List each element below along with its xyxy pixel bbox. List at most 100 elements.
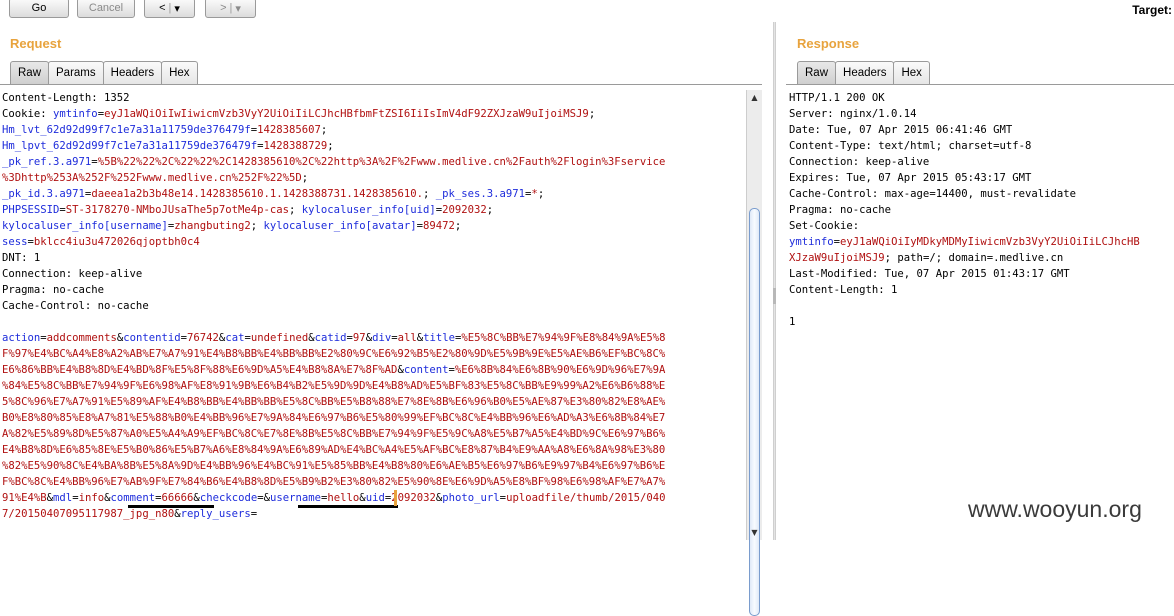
param-name: catid <box>314 332 347 344</box>
param-value: eyJ1aWQiOiIwIiwicmVzb3VyY2UiOiIiLCJhcHBf… <box>104 108 589 120</box>
response-editor[interactable]: HTTP/1.1 200 OK Server: nginx/1.0.14 Date:… <box>789 90 1174 330</box>
request-tab-hex[interactable]: Hex <box>161 61 198 84</box>
response-tab-hex[interactable]: Hex <box>893 61 930 84</box>
target-label: Target: <box>1132 3 1172 17</box>
request-tab-headers[interactable]: Headers <box>102 61 163 84</box>
forward-button[interactable]: > | ▾ <box>205 0 256 18</box>
param-value: 91%E4%B <box>2 492 47 504</box>
param-name: comment <box>110 492 156 504</box>
param-name: ymtinfo <box>53 108 98 120</box>
divider-grip[interactable] <box>773 288 776 304</box>
editor-line: %3Dhttp%253A%252F%252Fwww.medlive.cn%252… <box>2 170 744 186</box>
editor-line: Connection: keep-alive <box>789 154 1174 170</box>
param-name: reply_users <box>180 508 251 520</box>
param-value: 97 <box>352 332 366 344</box>
plain-text: ; <box>422 188 436 200</box>
param-value: %E6%8B%84%E6%8B%90%E6%9D%96%E7%9A <box>454 364 666 376</box>
editor-line: Cache-Control: max-age=14400, must-reval… <box>789 186 1174 202</box>
back-button[interactable]: < | ▾ <box>144 0 195 18</box>
plain-text: DNT: 1 <box>2 252 41 264</box>
editor-line: Last-Modified: Tue, 07 Apr 2015 01:43:17… <box>789 266 1174 282</box>
editor-line: Cookie: ymtinfo=eyJ1aWQiOiIwIiwicmVzb3Vy… <box>2 106 744 122</box>
param-name: Hm_lpvt_62d92d99f7c1e7a31a11759de376479f <box>2 140 258 152</box>
plain-text: Set-Cookie: <box>789 220 860 232</box>
editor-line: Hm_lvt_62d92d99f7c1e7a31a11759de376479f=… <box>2 122 744 138</box>
param-name: action <box>2 332 41 344</box>
plain-text: Content-Length: 1352 <box>2 92 130 104</box>
chevron-down-icon: ▾ <box>174 2 180 15</box>
param-value: 1428388729 <box>263 140 328 152</box>
param-value: uploadfile/thumb/2015/040 <box>506 492 666 504</box>
response-tab-headers[interactable]: Headers <box>835 61 895 84</box>
param-value: E4%B8%8D%E6%85%8E%E5%B0%86%E5%B7%A6%E8%8… <box>2 444 666 456</box>
username-underline <box>298 505 398 508</box>
scrollbar-thumb[interactable] <box>749 208 760 616</box>
editor-line: Server: nginx/1.0.14 <box>789 106 1174 122</box>
request-editor[interactable]: Content-Length: 1352 Cookie: ymtinfo=eyJ1… <box>2 90 744 522</box>
editor-line: Connection: keep-alive <box>2 266 744 282</box>
plain-text: Expires: Tue, 07 Apr 2015 05:43:17 GMT <box>789 172 1032 184</box>
param-value: addcomments <box>46 332 117 344</box>
back-arrow-icon: < <box>159 2 166 14</box>
scroll-up-icon[interactable]: ▲ <box>747 90 762 105</box>
text-cursor <box>394 490 397 506</box>
param-value: F%BC%8C%E4%BB%96%E7%AB%9F%E7%84%B6%E4%B8… <box>2 476 666 488</box>
plain-text: Pragma: no-cache <box>789 204 892 216</box>
cancel-button[interactable]: Cancel <box>77 0 135 18</box>
param-name: div <box>372 332 392 344</box>
editor-line: Date: Tue, 07 Apr 2015 06:41:46 GMT <box>789 122 1174 138</box>
editor-line: sess=bklcc4iu3u472026qjoptbh0c4 <box>2 234 744 250</box>
editor-line: Cache-Control: no-cache <box>2 298 744 314</box>
go-button-label: Go <box>31 2 47 14</box>
request-tab-raw[interactable]: Raw <box>10 61 50 84</box>
response-title: Response <box>797 36 860 51</box>
scroll-down-icon[interactable]: ▼ <box>747 525 762 540</box>
split-pane-divider[interactable] <box>773 22 776 540</box>
param-value: 2092032 <box>442 204 487 216</box>
editor-line: Hm_lpvt_62d92d99f7c1e7a31a11759de376479f… <box>2 138 744 154</box>
editor-line: E6%86%BB%E4%B8%8D%E4%BD%8F%E5%8F%88%E6%9… <box>2 362 744 378</box>
param-value: daeea1a2b3b48e14.1428385610.1.1428388731… <box>91 188 423 200</box>
plain-text: = <box>250 508 258 520</box>
plain-text: Last-Modified: Tue, 07 Apr 2015 01:43:17… <box>789 268 1070 280</box>
plain-text: ; <box>588 108 596 120</box>
editor-line: Content-Length: 1 <box>789 282 1174 298</box>
editor-line: _pk_ref.3.a971=%5B%22%22%2C%22%22%2C1428… <box>2 154 744 170</box>
cancel-button-label: Cancel <box>88 2 124 14</box>
editor-line: Set-Cookie: <box>789 218 1174 234</box>
response-tab-raw[interactable]: Raw <box>797 61 837 84</box>
plain-text: ; <box>486 204 494 216</box>
go-button[interactable]: Go <box>9 0 69 18</box>
param-value: ST-3178270-NMboJUsaThe5p7otMe4p-cas <box>65 204 290 216</box>
param-value: 5%8C%96%E7%A7%91%E5%89%AF%E4%B8%BB%E4%BB… <box>2 396 666 408</box>
editor-line: XJzaW9uIjoiMSJ9; path=/; domain=.medlive… <box>789 250 1174 266</box>
param-value: zhangbuting2 <box>174 220 251 232</box>
plain-text: ; <box>289 204 302 216</box>
request-scrollbar[interactable]: ▲ ▼ <box>746 90 762 616</box>
param-name: ymtinfo <box>789 236 834 248</box>
editor-line: F%BC%8C%E4%BB%96%E7%AB%9F%E7%84%B6%E4%B8… <box>2 474 744 490</box>
plain-text: Cookie: <box>2 108 54 120</box>
editor-line: A%82%E5%89%8D%E5%87%A0%E5%A4%A9%EF%BC%8C… <box>2 426 744 442</box>
editor-line: %82%E5%90%8C%E4%BA%8B%E5%8A%9D%E4%BB%96%… <box>2 458 744 474</box>
param-value: info <box>78 492 105 504</box>
param-value: F%97%E4%BC%A4%E8%A2%AB%E7%A7%91%E4%B8%BB… <box>2 348 666 360</box>
param-name: sess <box>2 236 28 248</box>
request-title: Request <box>10 36 62 51</box>
request-tab-params[interactable]: Params <box>48 61 104 84</box>
param-name: uid <box>365 492 385 504</box>
param-value: XJzaW9uIjoiMSJ9 <box>789 252 885 264</box>
editor-line: ymtinfo=eyJ1aWQiOiIyMDkyMDMyIiwicmVzb3Vy… <box>789 234 1174 250</box>
plain-text: Content-Length: 1 <box>789 284 898 296</box>
plain-text: ; <box>327 140 334 152</box>
param-name: kylocaluser_info[avatar] <box>263 220 417 232</box>
editor-line: 7/20150407095117987_jpg_n80&reply_users= <box>2 506 744 522</box>
comment-underline <box>128 505 214 508</box>
param-value: undefined <box>250 332 309 344</box>
param-name: contentid <box>123 332 181 344</box>
plain-text: ; <box>250 220 264 232</box>
plain-text: ; <box>454 220 462 232</box>
editor-line: 5%8C%96%E7%A7%91%E5%89%AF%E4%B8%BB%E4%BB… <box>2 394 744 410</box>
param-value: 76742 <box>187 332 219 344</box>
